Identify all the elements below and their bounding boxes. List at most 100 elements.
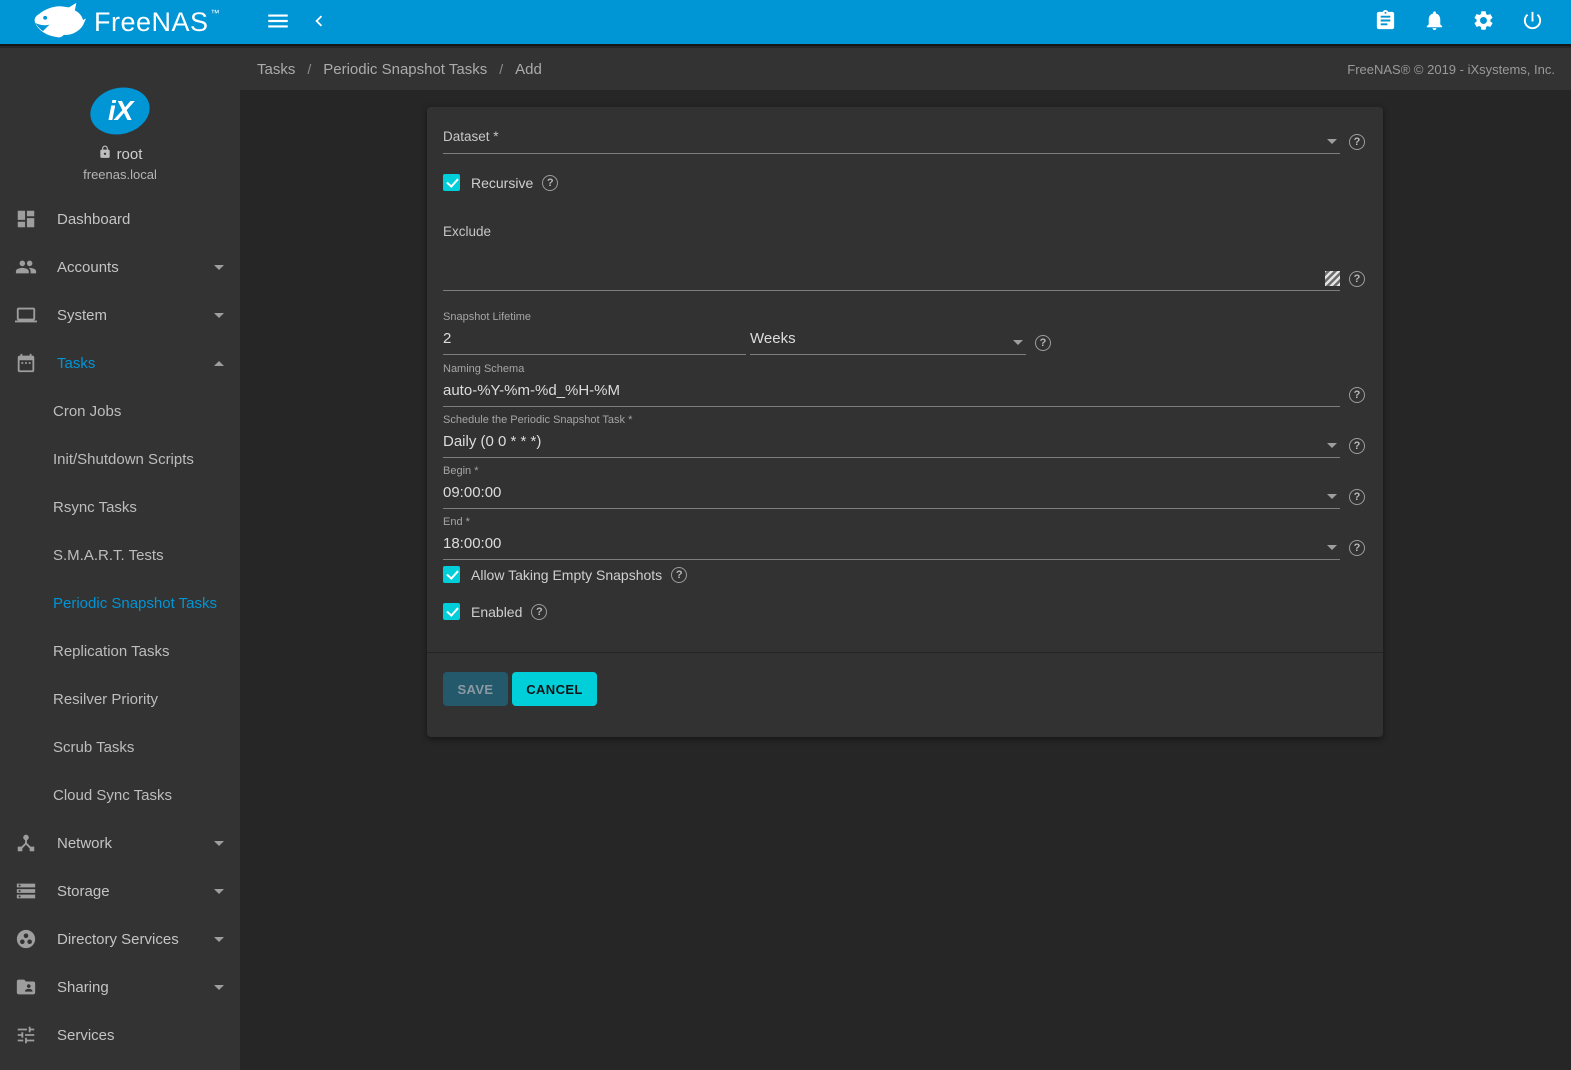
end-value: 18:00:00 — [443, 535, 502, 552]
lifetime-value-input[interactable] — [443, 330, 746, 347]
resize-grip-icon[interactable] — [1325, 271, 1340, 286]
naming-schema-help-icon[interactable] — [1349, 387, 1365, 403]
breadcrumb-periodic-snapshot-tasks[interactable]: Periodic Snapshot Tasks — [323, 61, 487, 78]
periodic-snapshot-task-form: Dataset * Recursive Exclude — [427, 107, 1383, 737]
schedule-row: Schedule the Periodic Snapshot Task * Da… — [443, 410, 1367, 458]
ix-logo-text: iX — [107, 95, 133, 126]
chevron-down-icon — [1013, 340, 1023, 345]
chevron-down-icon — [214, 840, 224, 846]
copyright-text: FreeNAS® © 2019 - iXsystems, Inc. — [1347, 61, 1555, 77]
settings-button[interactable] — [1470, 9, 1496, 35]
enabled-row: Enabled — [443, 603, 548, 620]
sidebar: iX root freenas.local Dashboard Accounts — [0, 48, 240, 1070]
notifications-button[interactable] — [1421, 9, 1447, 35]
sidebar-item-accounts[interactable]: Accounts — [0, 243, 240, 291]
lifetime-help-icon[interactable] — [1035, 335, 1051, 351]
begin-value: 09:00:00 — [443, 484, 502, 501]
begin-row: Begin * 09:00:00 — [443, 461, 1367, 509]
enabled-checkbox[interactable] — [443, 603, 460, 620]
sidebar-item-scrub-tasks[interactable]: Scrub Tasks — [0, 723, 240, 771]
begin-label: Begin * — [443, 465, 479, 477]
recursive-label: Recursive — [471, 174, 534, 191]
schedule-help-icon[interactable] — [1349, 438, 1365, 454]
lock-icon — [98, 145, 112, 164]
dataset-help-icon[interactable] — [1349, 134, 1365, 150]
chevron-down-icon — [214, 888, 224, 894]
sidebar-item-network[interactable]: Network — [0, 819, 240, 867]
end-select[interactable]: 18:00:00 — [443, 532, 1340, 560]
naming-schema-input[interactable] — [443, 382, 1340, 399]
exclude-label: Exclude — [443, 224, 492, 239]
exclude-row — [443, 247, 1367, 291]
lifetime-row: Snapshot Lifetime Weeks — [443, 307, 1367, 355]
ix-systems-logo: iX — [85, 81, 155, 141]
recursive-row: Recursive — [443, 174, 559, 191]
chevron-down-icon — [1327, 494, 1337, 499]
allow-empty-help-icon[interactable] — [671, 566, 688, 583]
enabled-label: Enabled — [471, 603, 523, 620]
breadcrumb-separator: / — [307, 61, 312, 77]
sidebar-item-services[interactable]: Services — [0, 1011, 240, 1059]
top-header: FreeNAS ™ — [0, 0, 1571, 46]
sidebar-item-replication-tasks[interactable]: Replication Tasks — [0, 627, 240, 675]
sidebar-item-resilver-priority[interactable]: Resilver Priority — [0, 675, 240, 723]
allow-empty-snapshots-checkbox[interactable] — [443, 566, 460, 583]
sidebar-item-directory-services[interactable]: Directory Services — [0, 915, 240, 963]
freenas-shark-logo-icon — [34, 2, 86, 43]
chevron-down-icon — [214, 936, 224, 942]
sidebar-item-system[interactable]: System — [0, 291, 240, 339]
exclude-textarea[interactable] — [443, 247, 1340, 291]
group-work-icon — [14, 927, 38, 951]
begin-help-icon[interactable] — [1349, 489, 1365, 505]
folder-shared-icon — [14, 975, 38, 999]
sidebar-item-storage[interactable]: Storage — [0, 867, 240, 915]
sidebar-item-tasks[interactable]: Tasks — [0, 339, 240, 387]
chevron-left-icon — [308, 10, 330, 35]
sidebar-item-dashboard[interactable]: Dashboard — [0, 195, 240, 243]
form-actions: SAVE CANCEL — [443, 672, 597, 706]
sidebar-item-smart-tests[interactable]: S.M.A.R.T. Tests — [0, 531, 240, 579]
lifetime-label: Snapshot Lifetime — [443, 311, 532, 323]
sidebar-item-sharing[interactable]: Sharing — [0, 963, 240, 1011]
end-help-icon[interactable] — [1349, 540, 1365, 556]
schedule-label: Schedule the Periodic Snapshot Task * — [443, 414, 633, 426]
hostname: freenas.local — [83, 167, 157, 182]
enabled-help-icon[interactable] — [531, 603, 548, 620]
sidebar-item-cloud-sync-tasks[interactable]: Cloud Sync Tasks — [0, 771, 240, 819]
breadcrumb: Tasks / Periodic Snapshot Tasks / Add — [257, 61, 542, 78]
dataset-select[interactable]: Dataset * — [443, 128, 1340, 154]
menu-toggle-button[interactable] — [265, 9, 291, 35]
cancel-button[interactable]: CANCEL — [512, 672, 597, 706]
naming-schema-fields — [443, 379, 1367, 407]
sidebar-item-rsync-tasks[interactable]: Rsync Tasks — [0, 483, 240, 531]
begin-select[interactable]: 09:00:00 — [443, 481, 1340, 509]
calendar-icon — [14, 351, 38, 375]
exclude-help-icon[interactable] — [1349, 271, 1365, 287]
recursive-help-icon[interactable] — [542, 174, 559, 191]
save-button[interactable]: SAVE — [443, 672, 508, 706]
recursive-checkbox[interactable] — [443, 174, 460, 191]
schedule-select[interactable]: Daily (0 0 * * *) — [443, 430, 1340, 458]
chevron-down-icon — [214, 264, 224, 270]
end-fields: 18:00:00 — [443, 532, 1367, 560]
sidebar-item-cron-jobs[interactable]: Cron Jobs — [0, 387, 240, 435]
lifetime-unit-value: Weeks — [750, 330, 796, 347]
end-label: End * — [443, 516, 470, 528]
toolbar-right — [1372, 9, 1545, 35]
back-button[interactable] — [306, 9, 332, 35]
naming-schema-field[interactable] — [443, 379, 1340, 407]
sidebar-item-init-shutdown-scripts[interactable]: Init/Shutdown Scripts — [0, 435, 240, 483]
lifetime-value-field[interactable] — [443, 327, 746, 355]
device-hub-icon — [14, 831, 38, 855]
logged-in-user: root — [116, 145, 143, 163]
sidebar-item-periodic-snapshot-tasks[interactable]: Periodic Snapshot Tasks — [0, 579, 240, 627]
power-button[interactable] — [1519, 9, 1545, 35]
breadcrumb-tasks[interactable]: Tasks — [257, 61, 295, 78]
chevron-down-icon — [214, 984, 224, 990]
tune-icon — [14, 1023, 38, 1047]
breadcrumb-add: Add — [515, 60, 542, 78]
task-manager-button[interactable] — [1372, 9, 1398, 35]
breadcrumb-bar: Tasks / Periodic Snapshot Tasks / Add Fr… — [240, 48, 1571, 90]
chevron-up-icon — [214, 360, 224, 366]
lifetime-unit-select[interactable]: Weeks — [750, 327, 1026, 355]
